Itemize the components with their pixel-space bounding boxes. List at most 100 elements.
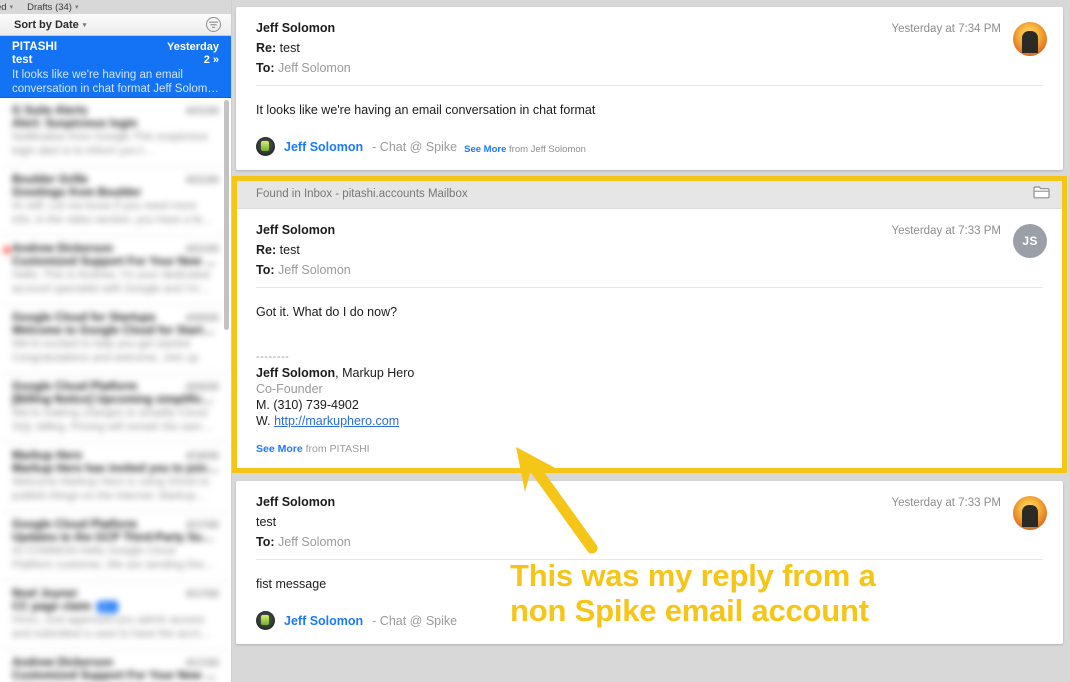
list-item-date: 4/20/20	[185, 382, 219, 393]
top-bar-item-unread[interactable]: ed ▾	[0, 2, 13, 13]
list-item[interactable]: Google Cloud Platform 4/20/20 [Billing Not…	[0, 374, 231, 443]
chevron-down-icon: ▾	[82, 21, 87, 29]
list-item-subject: Markup Hero has invited you to join Ma…	[12, 463, 219, 475]
signature-web-label: W.	[256, 414, 271, 428]
list-item[interactable]: Google Cloud Platform 4/17/20 Updates to t…	[0, 512, 231, 581]
recipient-name: Jeff Solomon	[278, 61, 351, 75]
list-item[interactable]: Google Cloud for Startups 4/20/20 Welcome …	[0, 305, 231, 374]
sidebar-message-list[interactable]: G Suite Alerts 4/21/20 Alert: Suspicious l…	[0, 98, 231, 682]
list-item-snippet: Notification from Google This suspicious…	[12, 131, 209, 157]
found-in-label: Found in Inbox - pitashi.accounts Mailbo…	[256, 188, 468, 200]
signature-web-link[interactable]: http://markuphero.com	[274, 414, 399, 428]
selected-date: Yesterday	[167, 41, 219, 53]
email-subject: test	[256, 515, 891, 529]
email-header-right: Yesterday at 7:33 PM	[891, 495, 1047, 549]
window-top-bar: ed ▾ Drafts (34) ▾	[0, 0, 231, 14]
avatar[interactable]	[1013, 22, 1047, 56]
list-item-snippet: At COMMON Hello Google Cloud Platform cu…	[12, 545, 215, 571]
list-item[interactable]: Noel Joyner 4/17/20 CC page claim 2 » Hmm, J…	[0, 581, 231, 650]
signature-separator: --------	[256, 351, 290, 363]
sort-by-date-button[interactable]: Sort by Date ▾	[14, 19, 86, 31]
to-label: To:	[256, 535, 275, 549]
subject-text: test	[279, 41, 300, 55]
unread-dot	[3, 246, 11, 254]
body-text: Got it. What do I do now?	[256, 305, 398, 319]
list-item-date: 4/21/20	[185, 244, 219, 255]
email-header: Jeff Solomon test To: Jeff Solomon Yesterda…	[236, 481, 1063, 559]
selected-snippet: It looks like we're having an email conv…	[12, 69, 219, 95]
avatar[interactable]: JS	[1013, 224, 1047, 258]
list-item-subject: Customized Support For Your New Goo…	[12, 256, 219, 268]
signature-mobile: M. (310) 739-4902	[256, 398, 359, 412]
to-label: To:	[256, 263, 275, 277]
email-card[interactable]: Jeff Solomon test To: Jeff Solomon Yesterda…	[236, 481, 1063, 644]
folder-icon[interactable]	[1033, 185, 1050, 204]
list-item-sender: Andrew Dickerson	[12, 243, 113, 255]
filter-icon[interactable]	[206, 17, 221, 32]
sidebar-scrollbar[interactable]	[224, 100, 229, 330]
sort-by-date-label: Sort by Date	[14, 18, 79, 31]
list-item-badge: 2 »	[97, 601, 118, 613]
list-item-date: 4/21/20	[185, 106, 219, 117]
email-body: Got it. What do I do now? -------- Jeff So…	[236, 288, 1063, 469]
chat-see-more-rest: from Jeff Solomon	[509, 144, 586, 155]
list-item-top: Noel Joyner 4/17/20	[12, 588, 219, 600]
list-item-sender: G Suite Alerts	[12, 105, 88, 117]
selected-row-top: PITASHI Yesterday	[12, 41, 219, 53]
list-item[interactable]: Andrew Dickerson 4/21/20 Customized Suppor…	[0, 236, 231, 305]
recipient-line: To: Jeff Solomon	[256, 61, 891, 75]
top-bar-item-drafts[interactable]: Drafts (34) ▾	[27, 2, 78, 13]
list-item-subject: Greetings from Boulder	[12, 187, 219, 199]
list-item-subject-text: Markup Hero has invited you to join Ma…	[12, 463, 219, 475]
email-card[interactable]: Found in Inbox - pitashi.accounts Mailbo…	[232, 176, 1067, 473]
list-item[interactable]: G Suite Alerts 4/21/20 Alert: Suspicious l…	[0, 98, 231, 167]
list-item-subject-text: [Billing Notice] Upcoming simplificati…	[12, 394, 219, 406]
list-item-subject: [Billing Notice] Upcoming simplificati…	[12, 394, 219, 406]
signature-company: , Markup Hero	[335, 366, 415, 380]
chat-footer-see-more[interactable]: See More from Jeff Solomon	[464, 144, 586, 156]
email-header-right: Yesterday at 7:34 PM	[891, 21, 1047, 75]
selected-row-mid: test 2 »	[12, 54, 219, 66]
email-subject: Re: test	[256, 243, 891, 257]
sender-name: Jeff Solomon	[256, 21, 336, 35]
list-item-snippet: We're making changes to simplify Cloud S…	[12, 407, 213, 433]
email-header-left: Jeff Solomon Re: test To: Jeff Solomon	[256, 223, 891, 277]
email-card[interactable]: Jeff Solomon Re: test To: Jeff Solomon Yest…	[236, 7, 1063, 170]
list-item-sender: Boulder Grille	[12, 174, 89, 186]
spike-email-app: ed ▾ Drafts (34) ▾ Sort by Date ▾	[0, 0, 1070, 682]
selected-subject: test	[12, 54, 33, 66]
signature-name-bold: Jeff Solomon	[256, 366, 336, 380]
list-item-top: Markup Hero 4/18/20	[12, 450, 219, 462]
subject-text: test	[256, 515, 277, 529]
email-body: fist message Jeff Solomon - Chat @ Spike	[236, 560, 1063, 644]
list-item-top: Google Cloud Platform 4/20/20	[12, 381, 219, 393]
to-label: To:	[256, 61, 275, 75]
list-item-date: 4/18/20	[185, 451, 219, 462]
email-header-right: Yesterday at 7:33 PM JS	[891, 223, 1047, 277]
chat-footer-source: - Chat @ Spike	[372, 139, 458, 154]
list-item-snippet: Hi Jeff, Let me know if you need more in…	[12, 200, 214, 226]
selected-sender: PITASHI	[12, 41, 58, 53]
email-timestamp: Yesterday at 7:34 PM	[891, 23, 1001, 35]
avatar[interactable]	[1013, 496, 1047, 530]
chat-footer-name[interactable]: Jeff Solomon	[284, 140, 363, 154]
subject-prefix: Re:	[256, 243, 277, 257]
list-item[interactable]: Boulder Grille 4/21/20 Greetings from Boul…	[0, 167, 231, 236]
sidebar-item-pitashi-selected[interactable]: PITASHI Yesterday test 2 » It looks like…	[0, 36, 231, 98]
see-more-link[interactable]: See More from PITASHI	[256, 443, 1043, 455]
email-subject: Re: test	[256, 41, 891, 55]
list-item-sender: Google Cloud Platform	[12, 519, 138, 531]
list-item-sender: Noel Joyner	[12, 588, 78, 600]
list-item-snippet: Hello, This is Andrew, I'm your dedicate…	[12, 269, 210, 295]
spike-icon	[256, 137, 275, 156]
recipient-name: Jeff Solomon	[278, 263, 351, 277]
list-item[interactable]: Markup Hero 4/18/20 Markup Hero has invite…	[0, 443, 231, 512]
chat-footer-source: - Chat @ Spike	[372, 613, 458, 628]
subject-text: test	[279, 243, 300, 257]
list-item-subject: Updates to the GCP Third-Party Subpr…	[12, 532, 219, 544]
signature-web-line: W. http://markuphero.com	[256, 413, 1043, 429]
chat-footer-name[interactable]: Jeff Solomon	[284, 614, 363, 628]
subject-prefix: Re:	[256, 41, 277, 55]
list-item-subject-text: Customized Support For Your New Goo…	[12, 256, 219, 268]
list-item[interactable]: Andrew Dickerson 4/17/20 Customized Suppor…	[0, 650, 231, 682]
